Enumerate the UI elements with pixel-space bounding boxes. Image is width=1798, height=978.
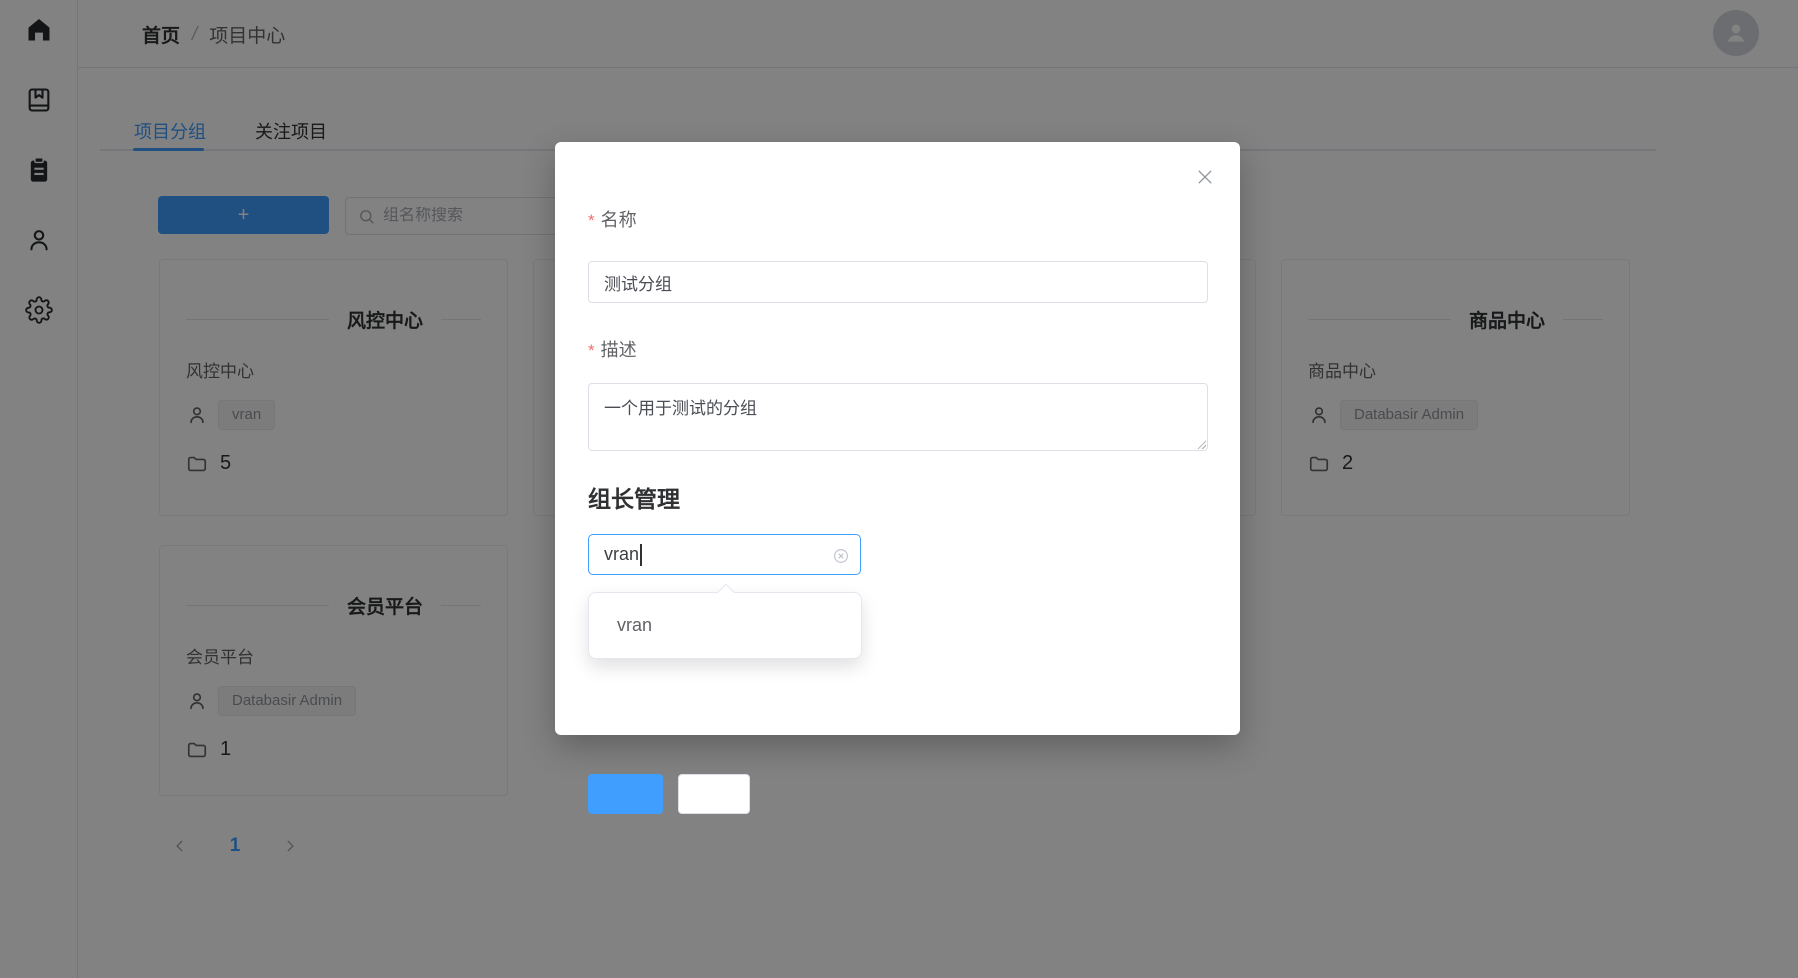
owner-section-title: 组长管理 [588,480,680,514]
owner-search-value: vran [604,544,639,565]
create-group-dialog: * 名称 * 描述 一个用于测试的分组 组长管理 vran vran [555,142,1240,735]
name-field[interactable] [588,261,1208,303]
text-caret [640,544,642,566]
description-field-label: * 描述 [588,336,637,362]
dropdown-option-vran[interactable]: vran [589,593,861,658]
cancel-button[interactable] [678,774,750,814]
dialog-close-button[interactable] [1194,166,1216,188]
name-field-label: * 名称 [588,206,637,232]
owner-suggestions-dropdown: vran [588,592,862,659]
save-button[interactable] [588,774,663,814]
required-asterisk: * [588,211,595,231]
description-field[interactable]: 一个用于测试的分组 [588,383,1208,451]
clear-input-icon[interactable] [832,547,850,565]
required-asterisk: * [588,341,595,361]
owner-search-input[interactable]: vran [588,534,861,575]
close-icon [1195,167,1215,187]
